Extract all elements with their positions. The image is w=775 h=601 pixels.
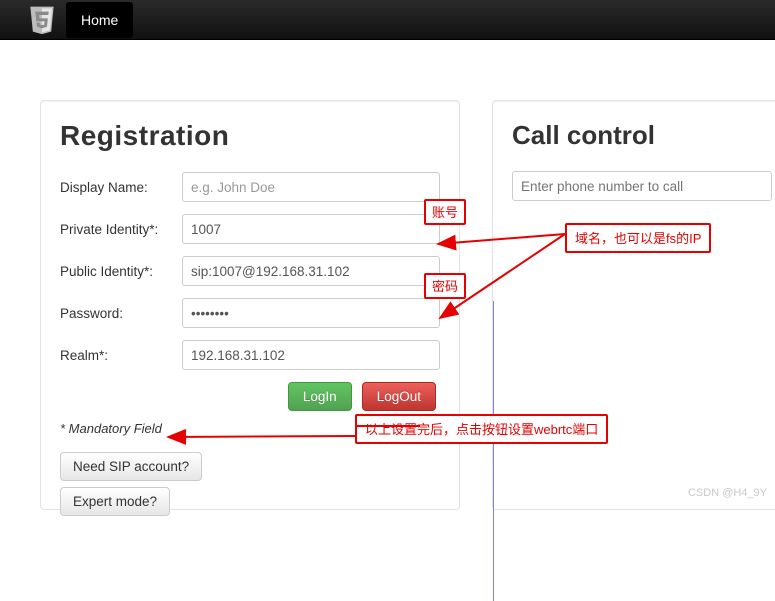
- annotation-password: 密码: [424, 273, 466, 299]
- registration-panel: Registration Display Name: Private Ident…: [40, 100, 460, 510]
- password-input[interactable]: [182, 298, 440, 328]
- row-password: Password:: [60, 298, 440, 328]
- divider-lines: [493, 301, 775, 601]
- call-control-title: Call control: [512, 120, 772, 151]
- navbar: Home: [0, 0, 775, 40]
- row-display-name: Display Name:: [60, 172, 440, 202]
- button-row: LogIn LogOut: [60, 382, 440, 411]
- html5-logo-icon: [28, 5, 56, 35]
- private-identity-input[interactable]: [182, 214, 440, 244]
- watermark: CSDN @H4_9Y: [688, 487, 767, 499]
- display-name-input[interactable]: [182, 172, 440, 202]
- row-realm: Realm*:: [60, 340, 440, 370]
- realm-label: Realm*:: [60, 348, 182, 363]
- row-public-identity: Public Identity*:: [60, 256, 440, 286]
- annotation-domain: 域名，也可以是fs的IP: [565, 223, 711, 253]
- need-sip-button[interactable]: Need SIP account?: [60, 452, 202, 481]
- expert-mode-button[interactable]: Expert mode?: [60, 487, 170, 516]
- annotation-account: 账号: [424, 199, 466, 225]
- private-identity-label: Private Identity*:: [60, 222, 182, 237]
- row-private-identity: Private Identity*:: [60, 214, 440, 244]
- public-identity-input[interactable]: [182, 256, 440, 286]
- registration-title: Registration: [60, 120, 440, 152]
- annotation-bottom: 以上设置完后，点击按钮设置webrtc端口: [355, 414, 608, 444]
- nav-home-link[interactable]: Home: [66, 2, 133, 38]
- login-button[interactable]: LogIn: [288, 382, 352, 411]
- call-control-panel: Call control: [492, 100, 775, 510]
- realm-input[interactable]: [182, 340, 440, 370]
- logout-button[interactable]: LogOut: [362, 382, 436, 411]
- phone-number-input[interactable]: [512, 171, 772, 201]
- display-name-label: Display Name:: [60, 180, 182, 195]
- public-identity-label: Public Identity*:: [60, 264, 182, 279]
- password-label: Password:: [60, 306, 182, 321]
